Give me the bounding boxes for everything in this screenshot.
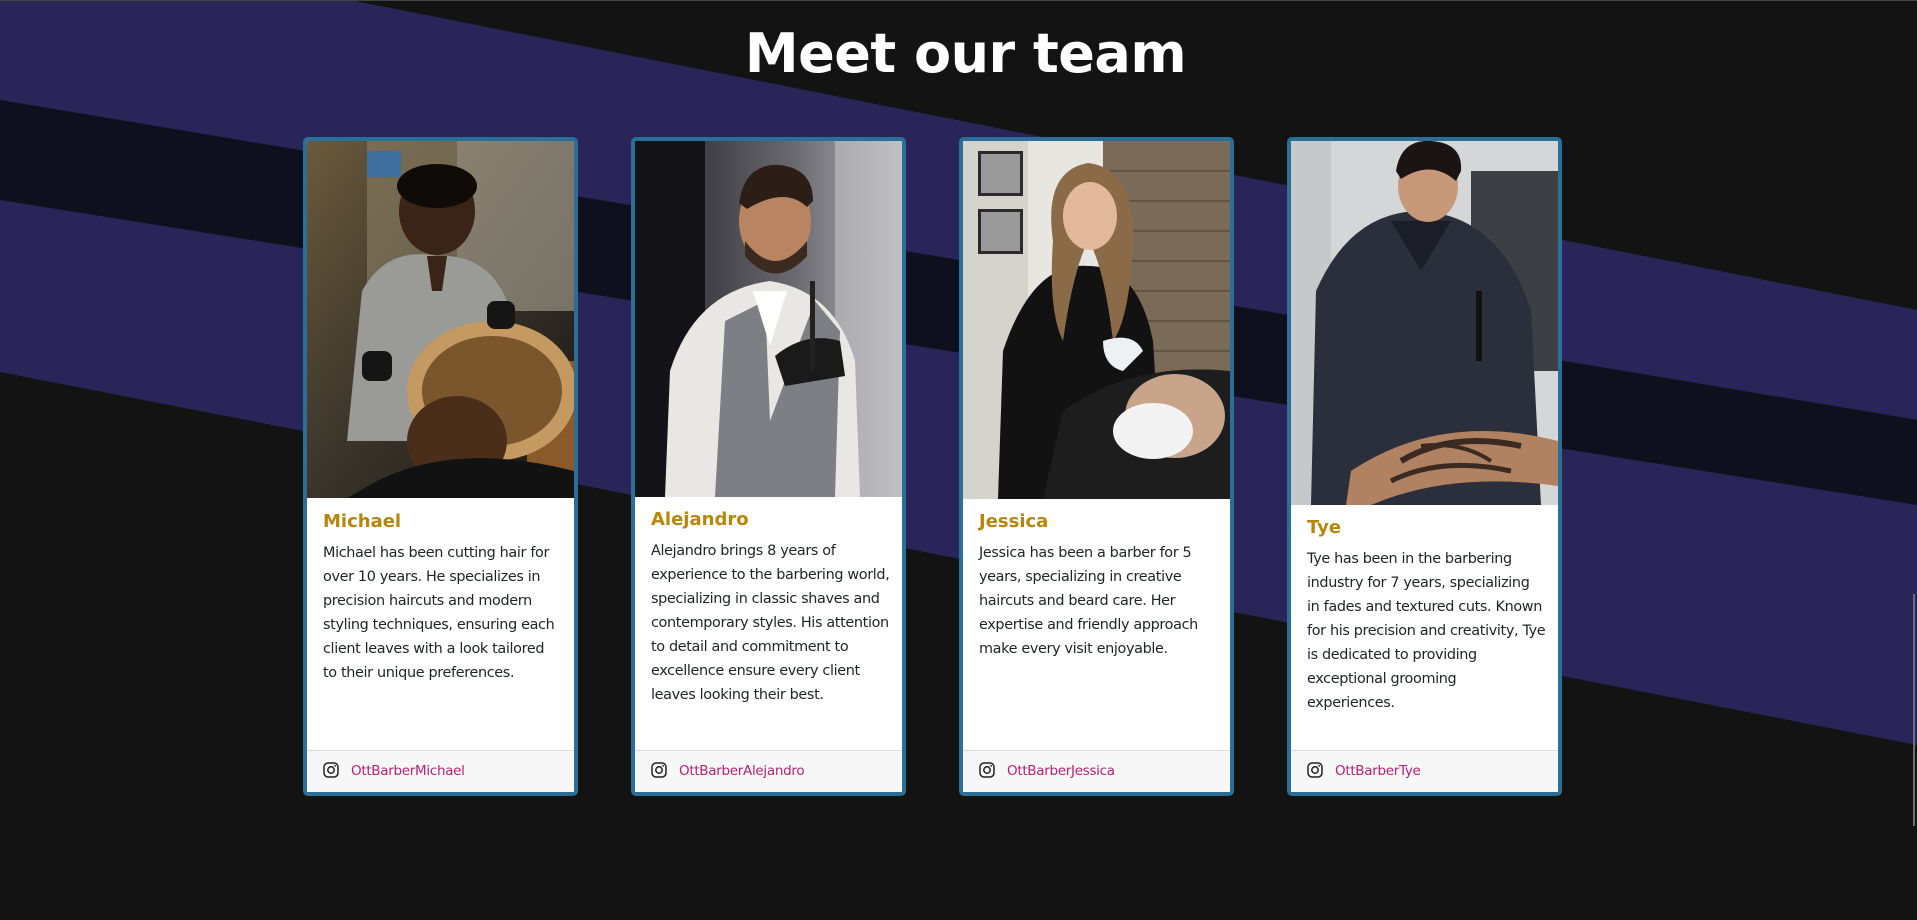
card-body: Jessica Jessica has been a barber for 5 … bbox=[979, 510, 1218, 661]
instagram-link-michael[interactable]: OttBarberMichael bbox=[351, 761, 465, 781]
team-card-michael: Michael Michael has been cutting hair fo… bbox=[303, 137, 578, 796]
instagram-link-alejandro[interactable]: OttBarberAlejandro bbox=[679, 761, 805, 781]
instagram-link-jessica[interactable]: OttBarberJessica bbox=[1007, 761, 1115, 781]
instagram-icon bbox=[1307, 762, 1323, 778]
team-card-tye: Tye Tye has been in the barbering indust… bbox=[1287, 137, 1562, 796]
top-edge bbox=[0, 0, 1917, 1]
barber-name: Michael bbox=[323, 511, 402, 532]
card-footer: OttBarberJessica bbox=[963, 750, 1230, 792]
barber-bio: Jessica has been a barber for 5 years, s… bbox=[979, 545, 1198, 657]
card-footer: OttBarberTye bbox=[1291, 750, 1558, 792]
scrollbar-thumb[interactable] bbox=[1913, 594, 1915, 826]
barber-name: Tye bbox=[1307, 517, 1342, 538]
barber-bio: Michael has been cutting hair for over 1… bbox=[323, 545, 555, 681]
card-body: Tye Tye has been in the barbering indust… bbox=[1307, 516, 1546, 715]
instagram-icon bbox=[323, 762, 339, 778]
barber-name: Alejandro bbox=[651, 509, 749, 530]
instagram-link-tye[interactable]: OttBarberTye bbox=[1335, 761, 1421, 781]
barber-jessica-photo bbox=[963, 141, 1230, 499]
barber-tye-photo bbox=[1291, 141, 1558, 505]
team-card-alejandro: Alejandro Alejandro brings 8 years of ex… bbox=[631, 137, 906, 796]
instagram-icon bbox=[651, 762, 667, 778]
section-heading: Meet our team bbox=[744, 22, 1187, 85]
card-footer: OttBarberMichael bbox=[307, 750, 574, 792]
card-body: Michael Michael has been cutting hair fo… bbox=[323, 510, 562, 685]
barber-name: Jessica bbox=[979, 511, 1049, 532]
card-footer: OttBarberAlejandro bbox=[635, 750, 902, 792]
card-body: Alejandro Alejandro brings 8 years of ex… bbox=[651, 508, 890, 707]
barber-alejandro-photo bbox=[635, 141, 902, 497]
barber-bio: Alejandro brings 8 years of experience t… bbox=[651, 543, 890, 703]
barber-michael-photo bbox=[307, 141, 574, 498]
team-card-jessica: Jessica Jessica has been a barber for 5 … bbox=[959, 137, 1234, 796]
barber-bio: Tye has been in the barbering industry f… bbox=[1307, 551, 1546, 711]
instagram-icon bbox=[979, 762, 995, 778]
